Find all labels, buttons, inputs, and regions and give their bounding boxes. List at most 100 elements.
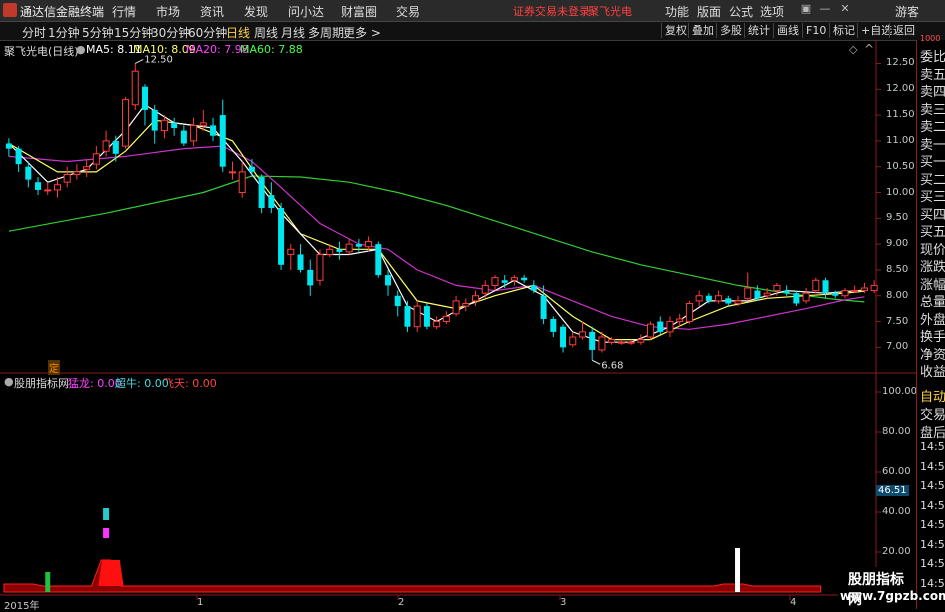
candle-body-61 [598,336,606,351]
sub-current-value: 46.51 [876,485,909,496]
candle-body-26 [258,177,265,208]
menu-item-caifuquan[interactable]: 财富圈 [341,3,377,20]
menu-item-gongshi[interactable]: 公式 [729,3,753,20]
menglong-legend: 猛龙: 0.00 [68,377,122,390]
period-monthly[interactable]: 月线 [281,24,305,41]
menglong-bar-0 [103,528,110,538]
quote-label-0: 委比 [920,50,945,65]
period-60min[interactable]: 60分钟 [188,24,227,41]
sub-dot-icon[interactable]: ● [4,375,14,388]
menu-item-hangqing[interactable]: 行情 [112,3,136,20]
user-label[interactable]: 游客 [895,3,919,20]
candle-body-39 [385,275,392,286]
tool-f10[interactable]: F10 [802,23,829,38]
menu-item-gongneng[interactable]: 功能 [665,3,689,20]
candle-body-18 [180,130,187,144]
candle-body-1 [15,148,22,165]
settings-dot-icon[interactable]: ● [76,43,86,56]
candle-body-13 [131,70,139,106]
trade-time-4: 14:56 [920,518,945,531]
chaoniu-legend: 超牛: 0.00 [115,377,169,390]
quote-label-5: 卖一 [920,137,945,153]
quote-label-11: 现价 [920,242,945,258]
period-5min[interactable]: 5分钟 [82,24,114,41]
candle-body-59 [578,331,586,338]
quote-label-13: 涨幅 [920,277,945,293]
trade-label-0[interactable]: 自动 [920,386,945,405]
candle-body-81 [793,293,800,304]
menu-item-shichang[interactable]: 市场 [156,3,180,20]
candle-body-84 [822,280,829,294]
y-tick-main-6: 9.50 [886,212,909,224]
tool-huaxian[interactable]: 画线 [773,23,802,38]
diamond-icon[interactable]: ◇ [849,43,857,56]
tool-diejia[interactable]: 叠加 [688,23,717,38]
tool-duogu[interactable]: 多股 [716,23,745,38]
quote-label-3: 卖三 [920,102,945,118]
candle-body-41 [404,306,411,327]
menu-item-faxian[interactable]: 发现 [244,3,268,20]
candle-body-34 [336,249,343,252]
quote-label-6: 买一 [920,155,945,170]
menu-item-jiaoyi[interactable]: 交易 [396,3,420,20]
period-daily[interactable]: 日线 [226,24,250,41]
menu-item-banmian[interactable]: 版面 [697,3,721,20]
trade-time-2: 14:56 [920,479,945,492]
skin-icon[interactable]: ▣ [799,2,813,17]
candle-body-73 [715,295,723,302]
chart-title: 聚飞光电(日线) [4,45,79,58]
candle-body-80 [783,290,790,294]
candle-body-48 [472,295,480,302]
menu-item-xuanxiang[interactable]: 选项 [760,3,784,20]
period-15min[interactable]: 15分钟 [114,24,153,41]
sub-chart-title: 股朋指标网 [14,377,69,390]
tool-biaoji[interactable]: 标记 [829,23,858,38]
candle-body-54 [530,285,537,291]
y-tick-main-3: 11.00 [886,134,915,146]
tool-tongji[interactable]: 统计 [744,23,773,38]
candle-body-58 [569,336,577,346]
y-tick-sub-2: 60.00 [882,466,911,477]
candle-body-29 [287,248,295,255]
period-multi[interactable]: 多周期 [308,24,344,41]
watermark: 股朋指标网 www.7gpzb.com [838,567,945,609]
quote-label-14: 总量 [920,295,945,310]
quote-label-2: 卖四 [920,85,945,100]
tool-back[interactable]: 返回 [889,23,918,38]
tool-fuquan[interactable]: 复权 [661,23,690,38]
menu-item-wenxiaoda[interactable]: 问小达 [288,3,324,20]
collapse-icon[interactable]: ^ [864,42,874,56]
kline-chart[interactable]: 12.50 6.68 [0,40,916,609]
candle-body-40 [394,295,401,307]
login-notice[interactable]: 证券交易未登录 [513,3,590,19]
x-label-3: 3 [560,597,567,608]
period-fenshi[interactable]: 分时 [22,24,46,41]
quote-label-12: 涨跌 [920,260,945,275]
candle-body-20 [199,122,207,126]
trade-time-1: 14:56 [920,459,945,473]
candle-body-11 [112,140,119,154]
quote-label-17: 净资 [920,347,945,363]
y-tick-main-10: 7.50 [886,315,909,327]
trade-label-2[interactable]: 盘后 [920,422,945,441]
period-weekly[interactable]: 周线 [254,24,278,41]
candle-body-86 [841,290,849,297]
candle-body-78 [763,292,771,297]
menu-item-zixun[interactable]: 资讯 [200,3,224,20]
y-tick-main-11: 7.00 [886,341,909,353]
period-1min[interactable]: 1分钟 [48,24,80,41]
trade-time-7: 14:56 [920,576,945,590]
ma10-line [8,119,865,341]
period-more[interactable]: 更多 > [343,24,381,41]
quote-label-8: 买三 [920,190,945,205]
y-tick-sub-3: 40.00 [882,506,911,517]
candle-body-64 [627,341,635,344]
minimize-icon[interactable]: — [818,2,832,17]
close-window-icon[interactable]: ✕ [838,2,852,17]
app-name: 通达信金融终端 [20,5,105,19]
trade-label-1[interactable]: 交易 [920,404,945,423]
candle-body-69 [676,318,684,323]
trade-time-0: 14:56 [920,440,945,453]
x-label-1: 1 [197,597,204,608]
period-30min[interactable]: 30分钟 [151,24,190,41]
